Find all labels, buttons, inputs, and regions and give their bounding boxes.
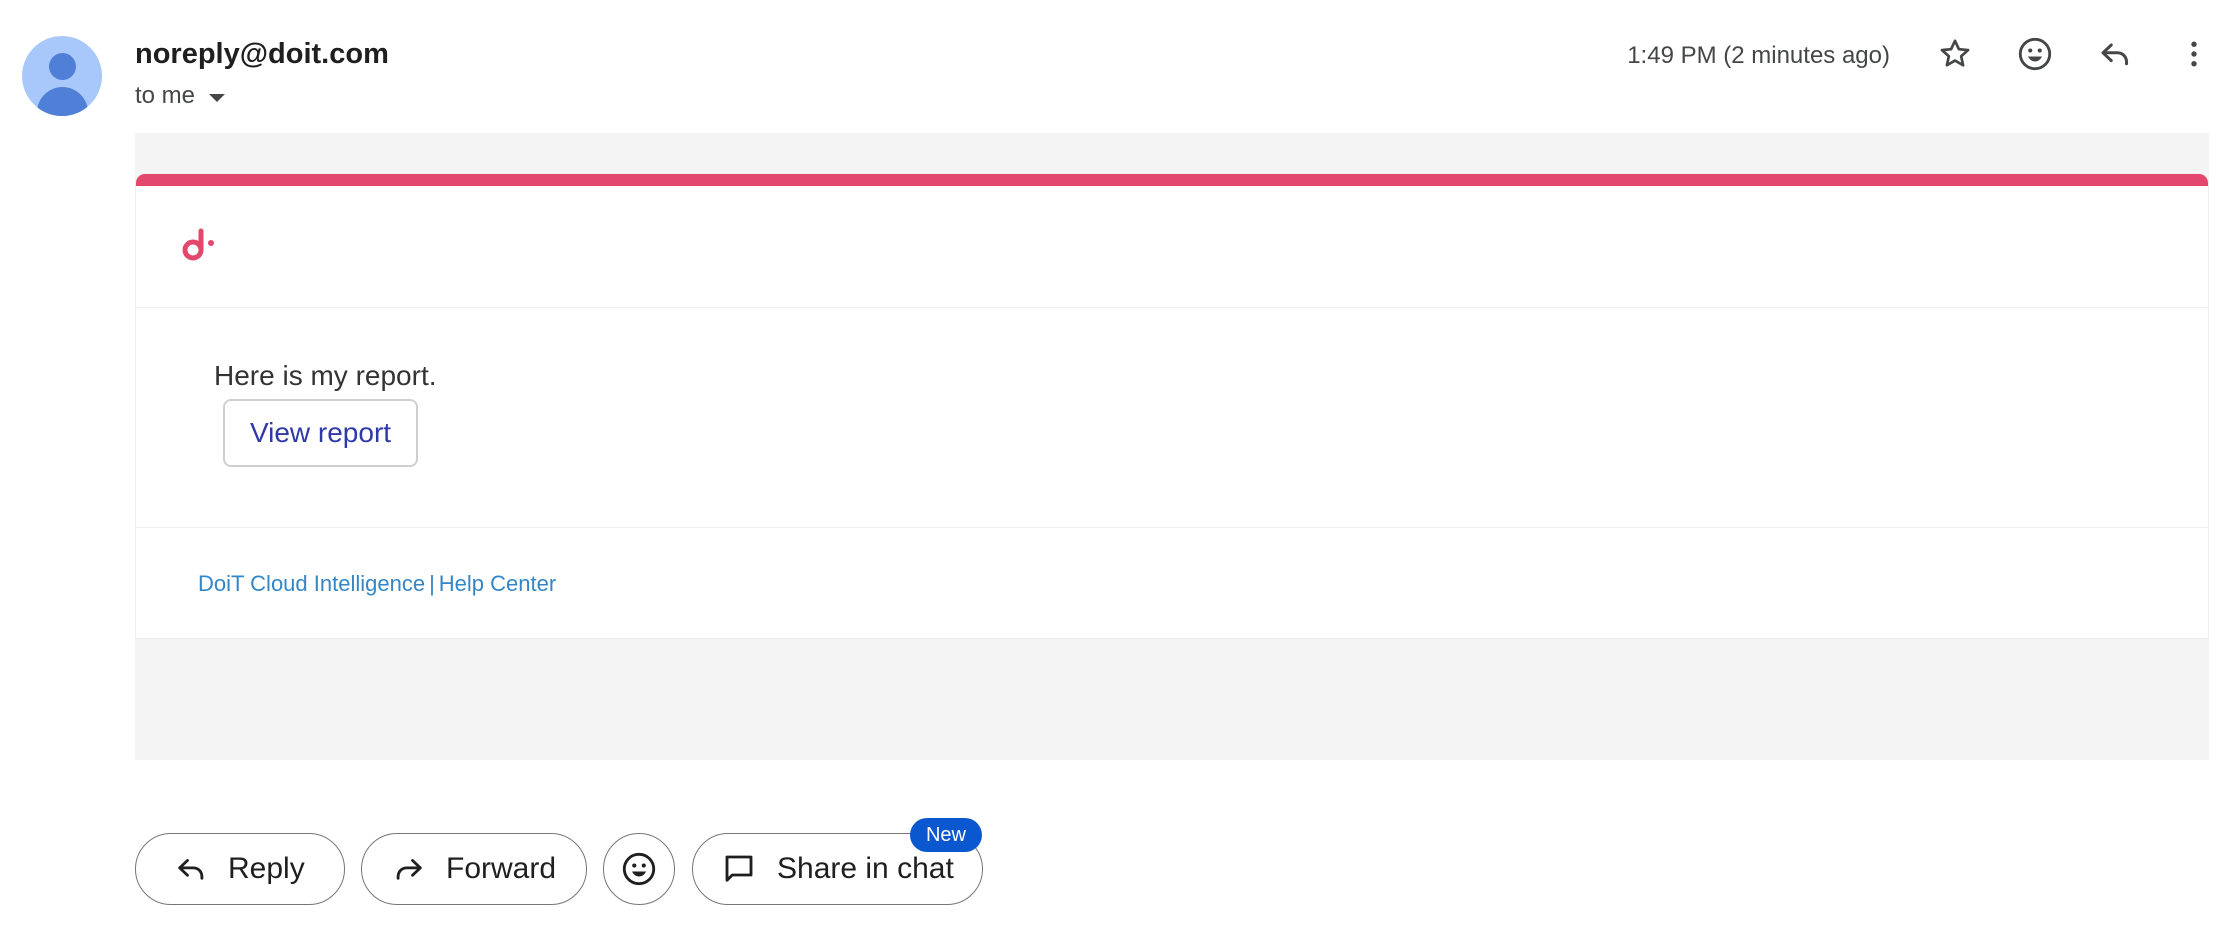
reply-header-button[interactable] bbox=[2093, 32, 2137, 76]
emoji-icon bbox=[2018, 37, 2052, 71]
new-badge: New bbox=[910, 818, 982, 852]
add-reaction-button[interactable] bbox=[2013, 32, 2057, 76]
email-message: Here is my report. bbox=[214, 360, 437, 391]
star-button[interactable] bbox=[1933, 32, 1977, 76]
doit-cloud-intelligence-link[interactable]: DoiT Cloud Intelligence bbox=[198, 571, 425, 596]
forward-icon bbox=[396, 859, 422, 880]
avatar-body bbox=[37, 87, 88, 116]
more-options-button[interactable] bbox=[2172, 32, 2216, 76]
more-vert-icon bbox=[2191, 41, 2197, 67]
email-footer: DoiT Cloud Intelligence | Help Center bbox=[198, 571, 556, 597]
react-emoji-button[interactable] bbox=[603, 833, 675, 905]
reply-label: Reply bbox=[228, 852, 305, 885]
star-icon bbox=[1940, 39, 1970, 67]
chevron-down-icon bbox=[209, 93, 226, 102]
header-divider bbox=[136, 307, 2208, 308]
forward-label: Forward bbox=[446, 852, 557, 885]
doit-logo bbox=[180, 224, 220, 269]
help-center-link[interactable]: Help Center bbox=[439, 571, 556, 596]
email-card: Here is my report. View report DoiT Clou… bbox=[135, 173, 2209, 639]
recipient-details-toggle[interactable]: to me bbox=[135, 82, 226, 110]
footer-divider bbox=[136, 527, 2208, 528]
sender-avatar[interactable] bbox=[22, 36, 102, 116]
email-view: noreply@doit.com to me 1:49 PM (2 minute… bbox=[0, 0, 2224, 928]
share-in-chat-label: Share in chat bbox=[777, 852, 954, 885]
footer-separator: | bbox=[429, 571, 435, 596]
emoji-icon bbox=[622, 852, 656, 886]
forward-button[interactable]: Forward bbox=[361, 833, 587, 905]
reply-icon bbox=[178, 859, 204, 880]
reply-icon bbox=[2101, 43, 2129, 66]
view-report-button[interactable]: View report bbox=[223, 399, 418, 467]
sender-address[interactable]: noreply@doit.com bbox=[135, 38, 389, 71]
reply-button[interactable]: Reply bbox=[135, 833, 345, 905]
email-body: Here is my report. View report DoiT Clou… bbox=[135, 133, 2209, 760]
chat-icon bbox=[725, 855, 753, 882]
email-timestamp: 1:49 PM (2 minutes ago) bbox=[1627, 42, 1890, 69]
recipient-label: to me bbox=[135, 82, 196, 109]
brand-bar bbox=[136, 174, 2208, 186]
doit-logo-icon bbox=[182, 228, 214, 261]
avatar-head bbox=[49, 53, 76, 80]
